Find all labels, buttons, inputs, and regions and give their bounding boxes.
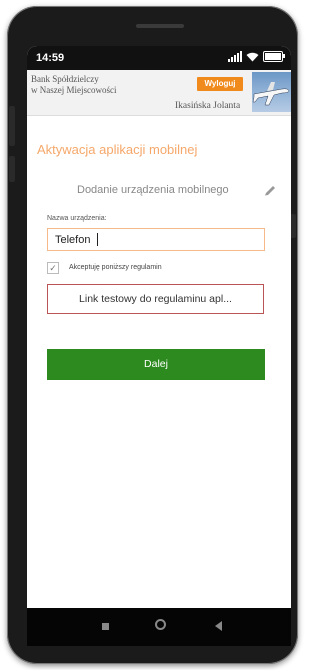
page-subtitle: Dodanie urządzenia mobilnego xyxy=(77,184,229,196)
airplane-banner-image xyxy=(252,72,291,112)
device-name-input[interactable] xyxy=(47,228,265,251)
accept-terms-checkbox[interactable]: ✓ xyxy=(47,262,59,274)
bank-name-line2: w Naszej Miejscowości xyxy=(31,85,117,95)
wifi-icon xyxy=(246,52,259,61)
volume-up-key xyxy=(9,106,15,146)
back-icon[interactable] xyxy=(102,623,109,630)
bank-name-line1: Bank Spółdzielczy xyxy=(31,74,99,84)
signal-icon xyxy=(228,51,242,62)
android-nav-bar xyxy=(27,608,291,646)
user-name: Ikasińska Jolanta xyxy=(175,101,241,111)
text-caret xyxy=(97,233,98,246)
next-button[interactable]: Dalej xyxy=(47,349,265,380)
status-time: 14:59 xyxy=(36,52,65,64)
app-header: Bank Spółdzielczy w Naszej Miejscowości … xyxy=(27,70,291,116)
bank-name: Bank Spółdzielczy w Naszej Miejscowości xyxy=(31,74,116,96)
logout-button[interactable]: Wyloguj xyxy=(197,77,243,91)
terms-link-button[interactable]: Link testowy do regulaminu apl... xyxy=(47,284,264,314)
battery-icon xyxy=(263,51,285,62)
device-name-label: Nazwa urządzenia: xyxy=(47,215,107,222)
phone-frame: 14:59 Bank Spółdzielczy w Naszej Miejsco… xyxy=(7,6,298,664)
app-screen: 14:59 Bank Spółdzielczy w Naszej Miejsco… xyxy=(27,46,291,614)
volume-down-key xyxy=(9,156,15,182)
earpiece-speaker xyxy=(136,24,184,28)
accept-terms-label: Akceptuję poniższy regulamin xyxy=(69,264,162,271)
home-icon[interactable] xyxy=(155,619,166,630)
status-icons xyxy=(228,51,285,62)
recent-apps-icon[interactable] xyxy=(215,621,222,631)
pencil-icon xyxy=(265,186,275,196)
status-bar: 14:59 xyxy=(27,46,291,70)
page-title: Aktywacja aplikacji mobilnej xyxy=(37,142,198,157)
